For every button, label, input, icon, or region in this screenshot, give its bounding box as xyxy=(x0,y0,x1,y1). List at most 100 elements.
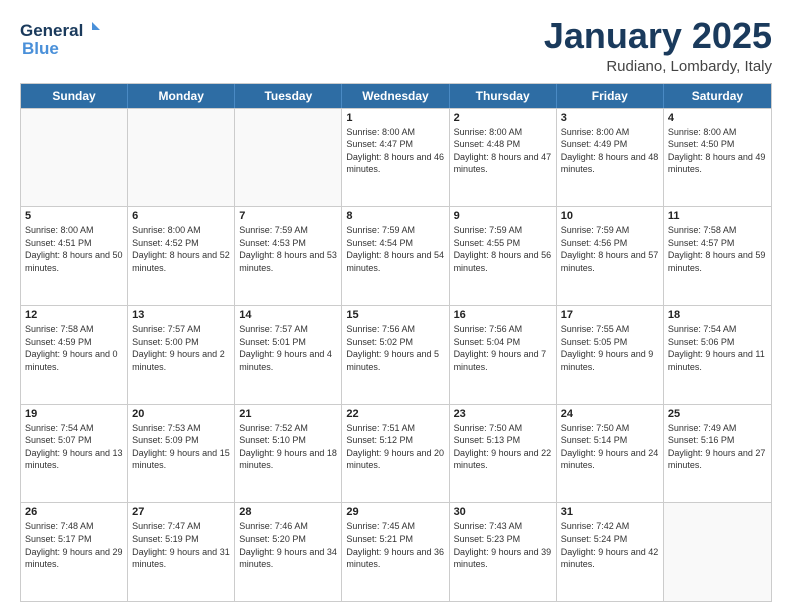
logo-svg: General Blue xyxy=(20,16,100,60)
calendar-cell xyxy=(235,109,342,207)
day-info: Sunrise: 7:52 AM Sunset: 5:10 PM Dayligh… xyxy=(239,422,337,472)
calendar-day-header: Sunday xyxy=(21,84,128,108)
calendar-cell: 15Sunrise: 7:56 AM Sunset: 5:02 PM Dayli… xyxy=(342,306,449,404)
day-info: Sunrise: 7:54 AM Sunset: 5:07 PM Dayligh… xyxy=(25,422,123,472)
day-number: 20 xyxy=(132,408,230,420)
day-number: 18 xyxy=(668,309,767,321)
day-number: 26 xyxy=(25,506,123,518)
day-number: 3 xyxy=(561,112,659,124)
calendar-cell: 14 Sunrise: 7:57 AM Sunset: 5:01 PM Dayli… xyxy=(235,306,342,404)
day-info: Sunrise: 7:43 AM Sunset: 5:23 PM Dayligh… xyxy=(454,520,552,570)
day-info: Sunrise: 7:42 AM Sunset: 5:24 PM Dayligh… xyxy=(561,520,659,570)
calendar-cell: 11 Sunrise: 7:58 AM Sunset: 4:57 PM Dayli… xyxy=(664,207,771,305)
day-number: 1 xyxy=(346,112,444,124)
day-number: 5 xyxy=(25,210,123,222)
calendar-cell: 10Sunrise: 7:59 AM Sunset: 4:56 PM Dayli… xyxy=(557,207,664,305)
calendar-week-row: 19 Sunrise: 7:54 AM Sunset: 5:07 PM Dayli… xyxy=(21,404,771,503)
calendar-cell: 31Sunrise: 7:42 AM Sunset: 5:24 PM Dayli… xyxy=(557,503,664,601)
day-number: 21 xyxy=(239,408,337,420)
day-number: 27 xyxy=(132,506,230,518)
day-number: 30 xyxy=(454,506,552,518)
calendar-day-header: Thursday xyxy=(450,84,557,108)
calendar-cell: 23 Sunrise: 7:50 AM Sunset: 5:13 PM Dayli… xyxy=(450,405,557,503)
day-number: 17 xyxy=(561,309,659,321)
day-number: 8 xyxy=(346,210,444,222)
day-info: Sunrise: 7:56 AM Sunset: 5:04 PM Dayligh… xyxy=(454,323,552,373)
day-info: Sunrise: 7:59 AM Sunset: 4:55 PM Dayligh… xyxy=(454,224,552,274)
day-info: Sunrise: 8:00 AM Sunset: 4:49 PM Dayligh… xyxy=(561,126,659,176)
day-number: 11 xyxy=(668,210,767,222)
day-info: Sunrise: 7:59 AM Sunset: 4:53 PM Dayligh… xyxy=(239,224,337,274)
day-info: Sunrise: 7:53 AM Sunset: 5:09 PM Dayligh… xyxy=(132,422,230,472)
calendar-cell: 17 Sunrise: 7:55 AM Sunset: 5:05 PM Dayli… xyxy=(557,306,664,404)
day-info: Sunrise: 7:47 AM Sunset: 5:19 PM Dayligh… xyxy=(132,520,230,570)
calendar-cell: 12 Sunrise: 7:58 AM Sunset: 4:59 PM Dayli… xyxy=(21,306,128,404)
calendar-cell: 24 Sunrise: 7:50 AM Sunset: 5:14 PM Dayli… xyxy=(557,405,664,503)
day-info: Sunrise: 7:55 AM Sunset: 5:05 PM Dayligh… xyxy=(561,323,659,373)
day-number: 29 xyxy=(346,506,444,518)
day-number: 19 xyxy=(25,408,123,420)
day-info: Sunrise: 7:46 AM Sunset: 5:20 PM Dayligh… xyxy=(239,520,337,570)
calendar-cell: 8 Sunrise: 7:59 AM Sunset: 4:54 PM Daylig… xyxy=(342,207,449,305)
day-number: 14 xyxy=(239,309,337,321)
calendar-cell: 27 Sunrise: 7:47 AM Sunset: 5:19 PM Dayli… xyxy=(128,503,235,601)
day-number: 28 xyxy=(239,506,337,518)
day-number: 12 xyxy=(25,309,123,321)
logo: General Blue xyxy=(20,16,100,60)
calendar-week-row: 26 Sunrise: 7:48 AM Sunset: 5:17 PM Dayli… xyxy=(21,502,771,601)
day-info: Sunrise: 7:51 AM Sunset: 5:12 PM Dayligh… xyxy=(346,422,444,472)
header: General Blue January 2025 Rudiano, Lomba… xyxy=(20,16,772,75)
day-info: Sunrise: 8:00 AM Sunset: 4:50 PM Dayligh… xyxy=(668,126,767,176)
calendar-cell: 16Sunrise: 7:56 AM Sunset: 5:04 PM Dayli… xyxy=(450,306,557,404)
calendar-cell: 21 Sunrise: 7:52 AM Sunset: 5:10 PM Dayli… xyxy=(235,405,342,503)
day-number: 2 xyxy=(454,112,552,124)
day-info: Sunrise: 7:56 AM Sunset: 5:02 PM Dayligh… xyxy=(346,323,444,373)
calendar-cell: 2 Sunrise: 8:00 AM Sunset: 4:48 PM Daylig… xyxy=(450,109,557,207)
calendar-cell: 20 Sunrise: 7:53 AM Sunset: 5:09 PM Dayli… xyxy=(128,405,235,503)
day-number: 7 xyxy=(239,210,337,222)
calendar-cell: 7 Sunrise: 7:59 AM Sunset: 4:53 PM Daylig… xyxy=(235,207,342,305)
day-number: 25 xyxy=(668,408,767,420)
calendar-cell: 29 Sunrise: 7:45 AM Sunset: 5:21 PM Dayli… xyxy=(342,503,449,601)
page: General Blue January 2025 Rudiano, Lomba… xyxy=(0,0,792,612)
calendar-cell: 4 Sunrise: 8:00 AM Sunset: 4:50 PM Daylig… xyxy=(664,109,771,207)
day-info: Sunrise: 7:58 AM Sunset: 4:57 PM Dayligh… xyxy=(668,224,767,274)
calendar-cell: 22Sunrise: 7:51 AM Sunset: 5:12 PM Dayli… xyxy=(342,405,449,503)
calendar-cell: 26 Sunrise: 7:48 AM Sunset: 5:17 PM Dayli… xyxy=(21,503,128,601)
day-info: Sunrise: 7:59 AM Sunset: 4:54 PM Dayligh… xyxy=(346,224,444,274)
day-number: 23 xyxy=(454,408,552,420)
day-info: Sunrise: 7:57 AM Sunset: 5:01 PM Dayligh… xyxy=(239,323,337,373)
calendar-cell: 28 Sunrise: 7:46 AM Sunset: 5:20 PM Dayli… xyxy=(235,503,342,601)
day-number: 24 xyxy=(561,408,659,420)
calendar-cell: 5Sunrise: 8:00 AM Sunset: 4:51 PM Daylig… xyxy=(21,207,128,305)
day-info: Sunrise: 7:50 AM Sunset: 5:13 PM Dayligh… xyxy=(454,422,552,472)
day-info: Sunrise: 8:00 AM Sunset: 4:48 PM Dayligh… xyxy=(454,126,552,176)
day-info: Sunrise: 7:50 AM Sunset: 5:14 PM Dayligh… xyxy=(561,422,659,472)
calendar-week-row: 1 Sunrise: 8:00 AM Sunset: 4:47 PM Daylig… xyxy=(21,108,771,207)
day-info: Sunrise: 7:49 AM Sunset: 5:16 PM Dayligh… xyxy=(668,422,767,472)
calendar-cell: 1 Sunrise: 8:00 AM Sunset: 4:47 PM Daylig… xyxy=(342,109,449,207)
calendar-cell: 18 Sunrise: 7:54 AM Sunset: 5:06 PM Dayli… xyxy=(664,306,771,404)
day-info: Sunrise: 7:58 AM Sunset: 4:59 PM Dayligh… xyxy=(25,323,123,373)
calendar-cell xyxy=(21,109,128,207)
svg-text:Blue: Blue xyxy=(22,39,59,58)
day-info: Sunrise: 7:57 AM Sunset: 5:00 PM Dayligh… xyxy=(132,323,230,373)
calendar: SundayMondayTuesdayWednesdayThursdayFrid… xyxy=(20,83,772,602)
day-number: 13 xyxy=(132,309,230,321)
day-info: Sunrise: 7:54 AM Sunset: 5:06 PM Dayligh… xyxy=(668,323,767,373)
day-info: Sunrise: 8:00 AM Sunset: 4:47 PM Dayligh… xyxy=(346,126,444,176)
day-info: Sunrise: 7:45 AM Sunset: 5:21 PM Dayligh… xyxy=(346,520,444,570)
calendar-body: 1 Sunrise: 8:00 AM Sunset: 4:47 PM Daylig… xyxy=(21,108,771,601)
day-number: 4 xyxy=(668,112,767,124)
calendar-cell: 19 Sunrise: 7:54 AM Sunset: 5:07 PM Dayli… xyxy=(21,405,128,503)
calendar-cell xyxy=(128,109,235,207)
calendar-title: January 2025 xyxy=(544,16,772,56)
svg-text:General: General xyxy=(20,21,83,40)
calendar-day-header: Wednesday xyxy=(342,84,449,108)
calendar-day-header: Monday xyxy=(128,84,235,108)
calendar-cell: 3 Sunrise: 8:00 AM Sunset: 4:49 PM Daylig… xyxy=(557,109,664,207)
day-info: Sunrise: 7:48 AM Sunset: 5:17 PM Dayligh… xyxy=(25,520,123,570)
day-info: Sunrise: 7:59 AM Sunset: 4:56 PM Dayligh… xyxy=(561,224,659,274)
calendar-header: SundayMondayTuesdayWednesdayThursdayFrid… xyxy=(21,84,771,108)
calendar-day-header: Tuesday xyxy=(235,84,342,108)
